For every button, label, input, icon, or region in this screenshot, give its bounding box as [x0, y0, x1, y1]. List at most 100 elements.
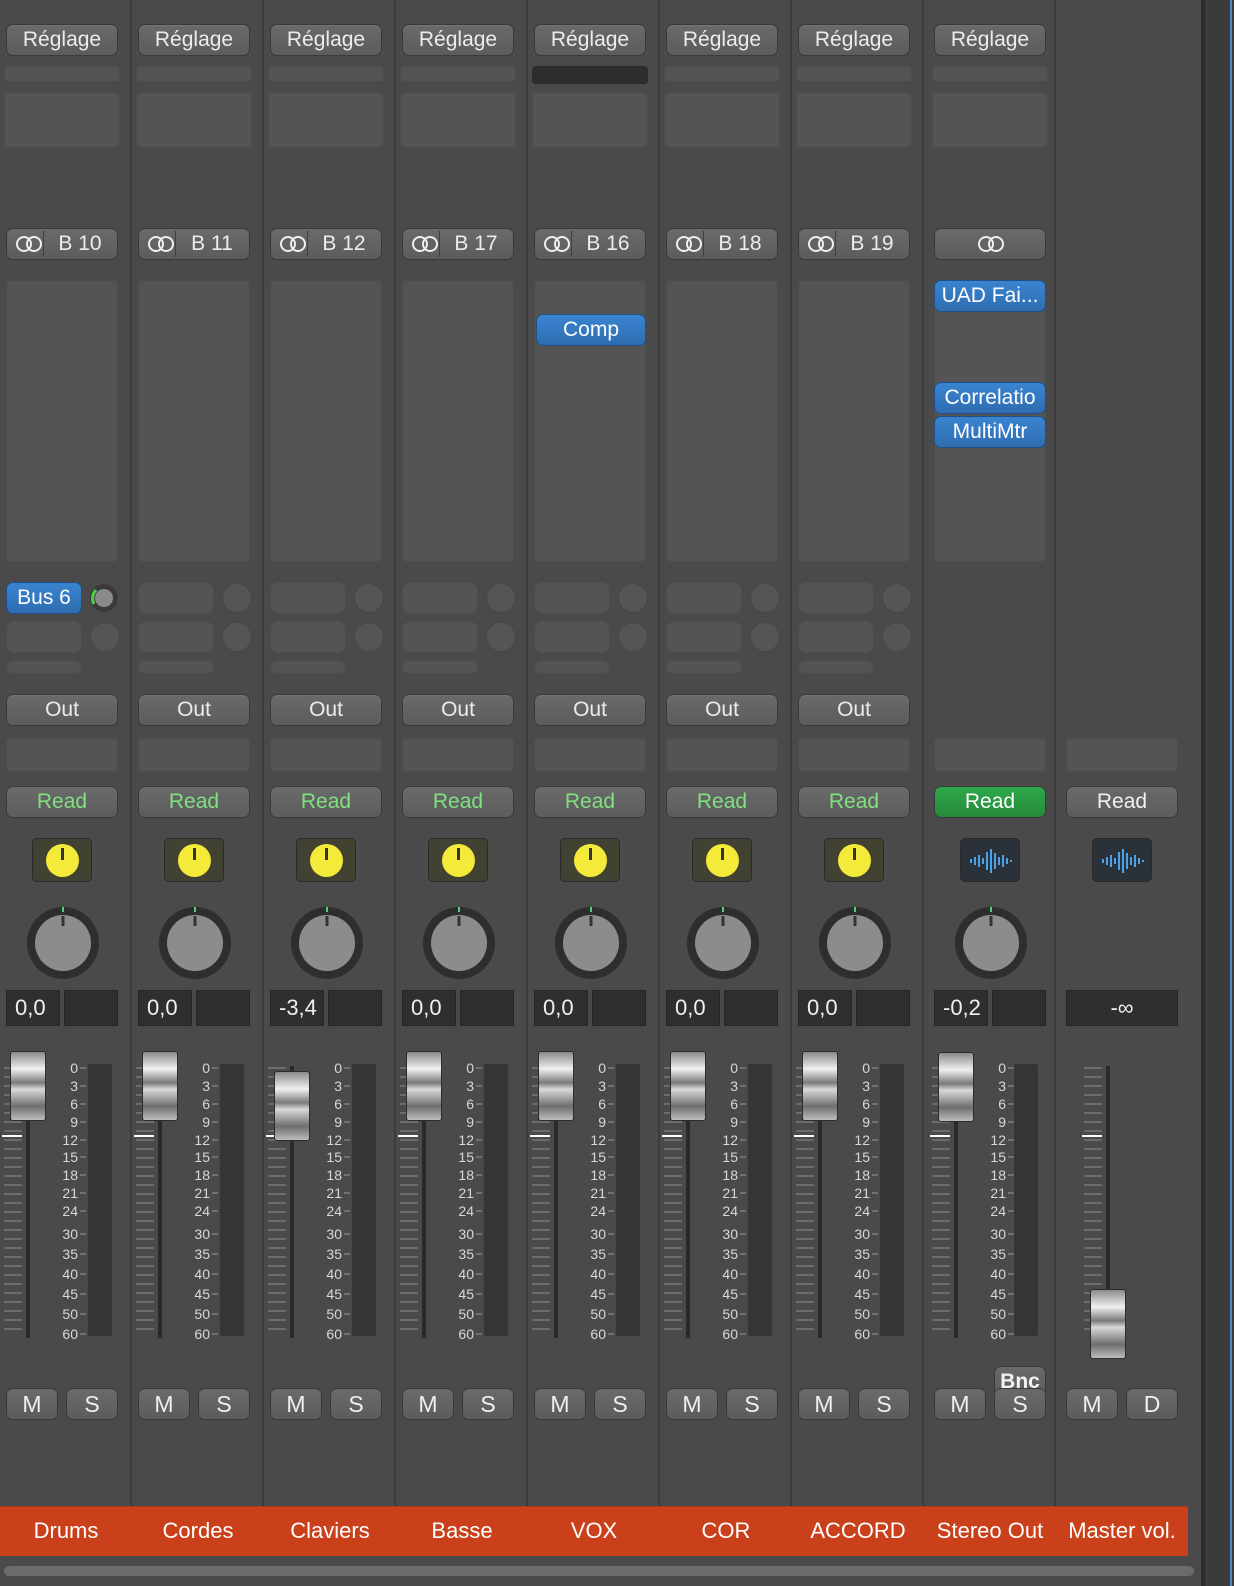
eq-slot[interactable]: [796, 66, 912, 82]
send-slot-1[interactable]: [402, 582, 478, 614]
eq-slot[interactable]: [136, 66, 252, 82]
automation-mode-button[interactable]: Read: [934, 786, 1046, 818]
input-format-button[interactable]: [692, 838, 752, 882]
setting-button[interactable]: Réglage: [666, 24, 778, 56]
eq-slot[interactable]: [932, 66, 1048, 82]
insert-slot-correlation[interactable]: Correlatio: [934, 382, 1046, 414]
input-format-button[interactable]: [560, 838, 620, 882]
solo-button[interactable]: S: [594, 1388, 646, 1420]
midi-fx-slot[interactable]: [932, 92, 1048, 148]
pan-knob[interactable]: [554, 906, 628, 980]
volume-readout[interactable]: 0,0: [798, 990, 852, 1026]
group-slot[interactable]: [6, 738, 118, 772]
mute-button[interactable]: M: [534, 1388, 586, 1420]
volume-readout[interactable]: 0,0: [534, 990, 588, 1026]
send-knob-1[interactable]: [750, 583, 780, 613]
send-slot-3[interactable]: [6, 660, 82, 674]
automation-mode-button[interactable]: Read: [534, 786, 646, 818]
send-slot-2[interactable]: [798, 621, 874, 653]
send-knob-1[interactable]: [486, 583, 516, 613]
send-knob-2[interactable]: [882, 622, 912, 652]
midi-fx-slot[interactable]: [4, 92, 120, 148]
midi-fx-slot[interactable]: [136, 92, 252, 148]
eq-slot[interactable]: [532, 66, 648, 84]
volume-readout[interactable]: 0,0: [6, 990, 60, 1026]
volume-fader[interactable]: [274, 1071, 310, 1142]
volume-readout[interactable]: 0,0: [138, 990, 192, 1026]
insert-area[interactable]: [6, 280, 118, 562]
input-format-button[interactable]: [296, 838, 356, 882]
input-format-button[interactable]: [824, 838, 884, 882]
track-name[interactable]: Stereo Out: [924, 1506, 1056, 1556]
input-link-button[interactable]: B 18: [666, 228, 778, 260]
volume-fader[interactable]: [406, 1051, 442, 1121]
send-slot-1[interactable]: [534, 582, 610, 614]
mute-button[interactable]: M: [138, 1388, 190, 1420]
volume-fader[interactable]: [670, 1051, 706, 1121]
scrollbar-thumb[interactable]: [4, 1566, 1194, 1576]
midi-fx-slot[interactable]: [664, 92, 780, 148]
input-link-button[interactable]: B 10: [6, 228, 118, 260]
mute-button[interactable]: M: [6, 1388, 58, 1420]
volume-fader[interactable]: [938, 1052, 974, 1123]
insert-area[interactable]: [270, 280, 382, 562]
eq-slot[interactable]: [400, 66, 516, 82]
automation-mode-button[interactable]: Read: [798, 786, 910, 818]
send-slot-2[interactable]: [138, 621, 214, 653]
mute-button[interactable]: M: [666, 1388, 718, 1420]
volume-fader[interactable]: [538, 1051, 574, 1121]
send-knob-2[interactable]: [222, 622, 252, 652]
send-knob-2[interactable]: [618, 622, 648, 652]
send-knob-1[interactable]: [618, 583, 648, 613]
mute-button[interactable]: M: [270, 1388, 322, 1420]
send-knob-2[interactable]: [486, 622, 516, 652]
send-slot-3[interactable]: [138, 660, 214, 674]
pan-knob[interactable]: [290, 906, 364, 980]
insert-area[interactable]: [402, 280, 514, 562]
track-name[interactable]: ACCORD: [792, 1506, 924, 1556]
send-slot-3[interactable]: [270, 660, 346, 674]
track-name[interactable]: Master vol.: [1056, 1506, 1188, 1556]
output-button[interactable]: Out: [534, 694, 646, 726]
solo-button[interactable]: S: [858, 1388, 910, 1420]
automation-mode-button[interactable]: Read: [138, 786, 250, 818]
pan-knob[interactable]: [158, 906, 232, 980]
group-slot[interactable]: [666, 738, 778, 772]
midi-fx-slot[interactable]: [796, 92, 912, 148]
pan-knob[interactable]: [26, 906, 100, 980]
input-link-button[interactable]: B 12: [270, 228, 382, 260]
solo-button[interactable]: S: [330, 1388, 382, 1420]
input-format-button[interactable]: [960, 838, 1020, 882]
send-knob-2[interactable]: [354, 622, 384, 652]
send-knob-2[interactable]: [750, 622, 780, 652]
volume-readout[interactable]: 0,0: [402, 990, 456, 1026]
group-slot[interactable]: [798, 738, 910, 772]
input-format-button[interactable]: [32, 838, 92, 882]
volume-fader[interactable]: [802, 1051, 838, 1121]
mute-button[interactable]: M: [1066, 1388, 1118, 1420]
send-slot-2[interactable]: [402, 621, 478, 653]
automation-mode-button[interactable]: Read: [6, 786, 118, 818]
pan-knob[interactable]: [686, 906, 760, 980]
track-name[interactable]: COR: [660, 1506, 792, 1556]
input-link-button[interactable]: B 16: [534, 228, 646, 260]
setting-button[interactable]: Réglage: [402, 24, 514, 56]
midi-fx-slot[interactable]: [400, 92, 516, 148]
solo-button[interactable]: S: [462, 1388, 514, 1420]
insert-area[interactable]: [798, 280, 910, 562]
group-slot[interactable]: [1066, 738, 1178, 772]
track-name[interactable]: VOX: [528, 1506, 660, 1556]
output-button[interactable]: Out: [798, 694, 910, 726]
group-slot[interactable]: [138, 738, 250, 772]
input-link-button[interactable]: B 11: [138, 228, 250, 260]
input-link-button[interactable]: B 17: [402, 228, 514, 260]
group-slot[interactable]: [270, 738, 382, 772]
insert-area[interactable]: [666, 280, 778, 562]
pan-knob[interactable]: [954, 906, 1028, 980]
output-button[interactable]: Out: [6, 694, 118, 726]
send-slot-3[interactable]: [534, 660, 610, 674]
send-slot-3[interactable]: [798, 660, 874, 674]
volume-readout[interactable]: -∞: [1066, 990, 1178, 1026]
group-slot[interactable]: [402, 738, 514, 772]
solo-button[interactable]: S: [994, 1388, 1046, 1420]
